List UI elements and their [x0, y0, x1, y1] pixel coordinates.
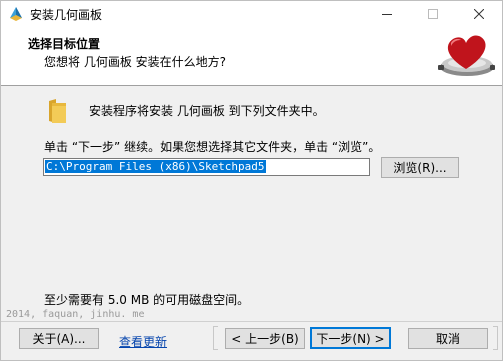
cancel-button[interactable]: 取消	[408, 328, 488, 349]
installer-logo-icon	[438, 35, 495, 76]
window-title: 安装几何画板	[30, 8, 103, 22]
footer-divider	[1, 321, 502, 322]
intro-text: 安装程序将安装 几何画板 到下列文件夹中。	[89, 104, 325, 118]
watermark-text: 2014, faquan, jinhu. me	[6, 309, 145, 320]
installer-window: 安装几何画板 选择目标位置 您想将 几何画板 安装在什么地方? 安装程序将安装 …	[0, 0, 503, 361]
page-subtitle: 您想将 几何画板 安装在什么地方?	[44, 55, 226, 69]
install-path-value: C:\Program Files (x86)\Sketchpad5	[45, 160, 266, 173]
back-button[interactable]: < 上一步(B)	[225, 328, 305, 349]
browse-button[interactable]: 浏览(R)...	[381, 157, 459, 178]
disk-space-text: 至少需要有 5.0 MB 的可用磁盘空间。	[44, 293, 250, 307]
wizard-header: 选择目标位置 您想将 几何画板 安装在什么地方?	[1, 27, 502, 86]
app-icon	[10, 7, 22, 21]
minimize-button[interactable]	[364, 1, 410, 27]
about-button[interactable]: 关于(A)...	[19, 328, 99, 349]
check-update-link[interactable]: 查看更新	[119, 333, 167, 350]
minimize-icon	[382, 14, 392, 15]
title-bar: 安装几何画板	[1, 1, 502, 27]
install-path-input[interactable]: C:\Program Files (x86)\Sketchpad5	[43, 158, 370, 176]
close-button[interactable]	[456, 1, 502, 27]
maximize-icon	[428, 9, 438, 19]
nav-group-bracket-right	[493, 326, 498, 350]
folder-icon	[49, 99, 66, 123]
next-button[interactable]: 下一步(N) >	[310, 327, 391, 349]
maximize-button[interactable]	[410, 1, 456, 27]
close-icon	[474, 9, 484, 19]
nav-group-bracket-left	[213, 326, 218, 350]
page-title: 选择目标位置	[28, 37, 101, 51]
instruction-text: 单击 “下一步” 继续。如果您想选择其它文件夹，单击 “浏览”。	[44, 140, 381, 154]
